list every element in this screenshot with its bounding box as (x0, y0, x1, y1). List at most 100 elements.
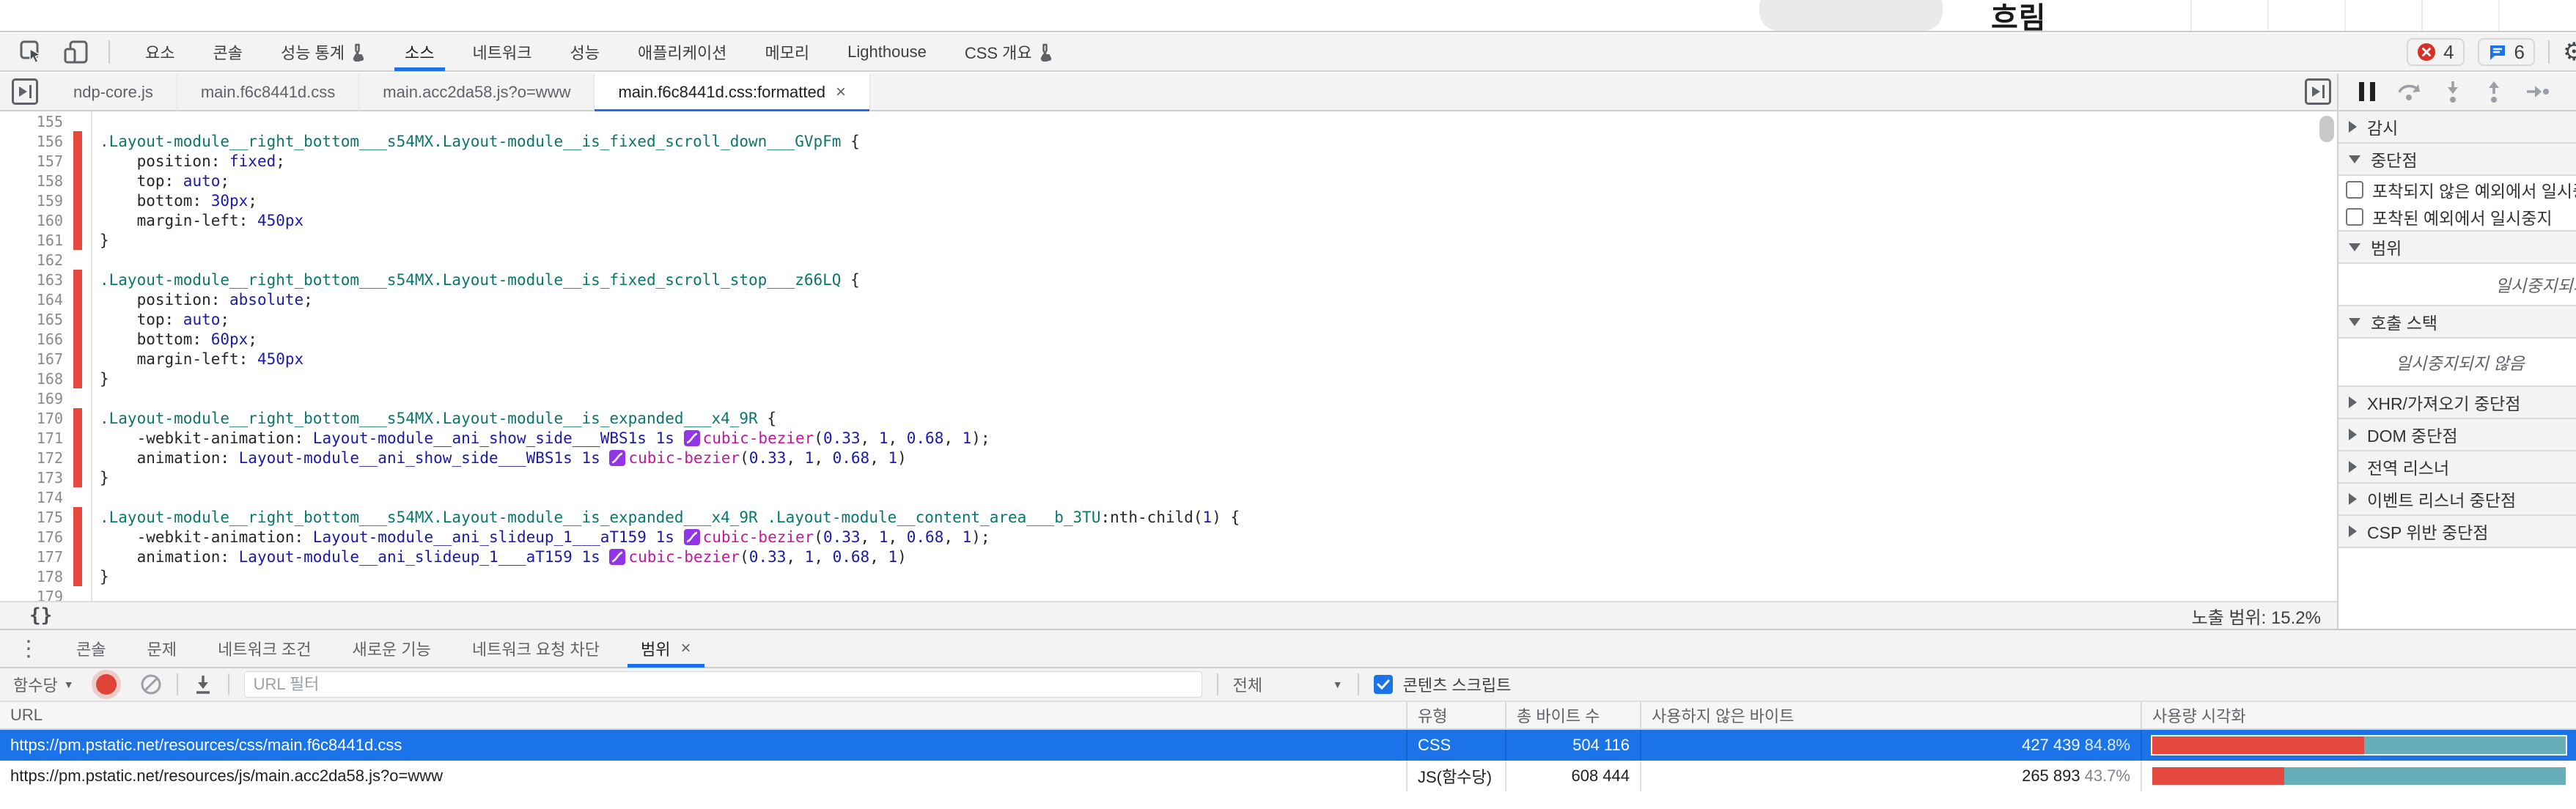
error-count-badge[interactable]: 4 (2407, 38, 2464, 66)
coverage-unused-mark (73, 171, 82, 191)
message-count-badge[interactable]: 6 (2478, 38, 2535, 66)
bezier-curve-icon[interactable] (609, 450, 625, 466)
line-number[interactable]: 159 (0, 192, 69, 210)
step-icon[interactable] (2525, 81, 2551, 102)
editor-scrollbar-thumb[interactable] (2319, 116, 2334, 142)
url-filter-input[interactable] (244, 671, 1202, 698)
table-row[interactable]: https://pm.pstatic.net/resources/js/main… (0, 761, 2576, 791)
line-number[interactable]: 179 (0, 588, 69, 602)
line-number[interactable]: 177 (0, 548, 69, 566)
line-number[interactable]: 168 (0, 370, 69, 388)
tab-애플리케이션[interactable]: 애플리케이션 (619, 33, 746, 71)
tab-성능 통계[interactable]: 성능 통계 (262, 33, 386, 71)
toolbar-divider (108, 40, 110, 64)
export-coverage-icon[interactable] (193, 673, 213, 695)
line-number[interactable]: 172 (0, 449, 69, 467)
tab-요소[interactable]: 요소 (126, 33, 194, 71)
drawer-tab-범위[interactable]: 범위 × (620, 629, 712, 668)
inspect-element-icon[interactable] (19, 40, 44, 64)
breakpoint-checkbox-row[interactable]: 포착되지 않은 예외에서 일시중지 (2338, 176, 2576, 203)
file-tab[interactable]: main.f6c8441d.css:formatted× (595, 73, 870, 111)
drawer-tab-label: 범위 (641, 637, 670, 660)
line-number[interactable]: 167 (0, 350, 69, 368)
clear-coverage-icon[interactable] (140, 673, 162, 695)
tab-CSS 개요[interactable]: CSS 개요 (946, 33, 1073, 71)
column-header-URL[interactable]: URL (0, 702, 1406, 728)
line-number[interactable]: 164 (0, 291, 69, 309)
breakpoint-checkbox-row[interactable]: 포착된 예외에서 일시중지 (2338, 203, 2576, 230)
line-number[interactable]: 169 (0, 390, 69, 407)
sidebar-section-호출 스택[interactable]: 호출 스택 (2338, 306, 2576, 339)
sidebar-section-감시[interactable]: 감시 (2338, 111, 2576, 144)
drawer-tab-콘솔[interactable]: 콘솔 (56, 629, 126, 668)
tab-메모리[interactable]: 메모리 (746, 33, 828, 71)
pause-script-icon[interactable] (2359, 82, 2375, 101)
line-number[interactable]: 157 (0, 152, 69, 170)
close-icon[interactable]: × (836, 82, 846, 103)
step-into-icon[interactable] (2443, 80, 2463, 103)
file-tab[interactable]: main.f6c8441d.css (177, 73, 359, 111)
file-tab[interactable]: main.acc2da58.js?o=www (359, 73, 595, 111)
settings-gear-icon[interactable]: ⚙ (2563, 37, 2576, 67)
tab-콘솔[interactable]: 콘솔 (194, 33, 261, 71)
content-scripts-checkbox[interactable]: 콘텐츠 스크립트 (1374, 673, 1512, 696)
drawer-tab-문제[interactable]: 문제 (126, 629, 196, 668)
coverage-type-select[interactable]: 전체▼ (1233, 673, 1343, 696)
pretty-print-icon[interactable]: {} (29, 605, 52, 627)
tab-성능[interactable]: 성능 (551, 33, 619, 71)
code-editor[interactable]: 155156.Layout-module__right_bottom___s54… (0, 111, 2337, 601)
sidebar-section-중단점[interactable]: 중단점 (2338, 144, 2576, 176)
step-out-icon[interactable] (2484, 80, 2504, 103)
cell-type: CSS (1406, 730, 1505, 761)
file-tab[interactable]: ndp-core.js (50, 73, 177, 111)
drawer-tab-네트워크 조건[interactable]: 네트워크 조건 (197, 629, 332, 668)
device-toolbar-icon[interactable] (63, 40, 89, 64)
line-number[interactable]: 170 (0, 410, 69, 427)
step-over-icon[interactable] (2396, 80, 2422, 103)
column-header-사용량 시각화[interactable]: 사용량 시각화 (2141, 702, 2576, 728)
sidebar-section-DOM 중단점[interactable]: DOM 중단점 (2338, 419, 2576, 451)
sidebar-section-XHR/가져오기 중단점[interactable]: XHR/가져오기 중단점 (2338, 387, 2576, 419)
line-number[interactable]: 176 (0, 528, 69, 546)
tab-네트워크[interactable]: 네트워크 (454, 33, 551, 71)
line-number[interactable]: 158 (0, 172, 69, 190)
sidebar-section-이벤트 리스너 중단점[interactable]: 이벤트 리스너 중단점 (2338, 484, 2576, 516)
bezier-curve-icon[interactable] (684, 529, 700, 545)
line-number[interactable]: 156 (0, 133, 69, 150)
bezier-curve-icon[interactable] (684, 430, 700, 446)
sidebar-section-전역 리스너[interactable]: 전역 리스너 (2338, 451, 2576, 484)
sidebar-section-CSP 위반 중단점[interactable]: CSP 위반 중단점 (2338, 516, 2576, 548)
line-number[interactable]: 175 (0, 509, 69, 526)
close-icon[interactable]: × (681, 638, 691, 659)
line-number[interactable]: 163 (0, 271, 69, 289)
line-number[interactable]: 173 (0, 469, 69, 487)
tab-Lighthouse[interactable]: Lighthouse (828, 33, 946, 71)
line-number[interactable]: 171 (0, 429, 69, 447)
line-number[interactable]: 161 (0, 232, 69, 249)
line-number[interactable]: 155 (0, 113, 69, 130)
line-number[interactable]: 162 (0, 251, 69, 269)
line-number[interactable]: 160 (0, 212, 69, 229)
drawer-tab-새로운 기능[interactable]: 새로운 기능 (332, 629, 452, 668)
column-header-사용하지 않은 바이트[interactable]: 사용하지 않은 바이트 (1640, 702, 2141, 728)
line-number[interactable]: 165 (0, 311, 69, 328)
coverage-mode-select[interactable]: 함수당▼ (13, 673, 74, 696)
debugger-sidebar-toggle-icon[interactable] (2305, 78, 2331, 105)
tab-소스[interactable]: 소스 (386, 33, 453, 71)
bezier-curve-icon[interactable] (609, 549, 625, 565)
navigator-toggle-icon[interactable] (12, 78, 38, 105)
line-number[interactable]: 178 (0, 568, 69, 585)
line-number[interactable]: 174 (0, 489, 69, 506)
line-number[interactable]: 166 (0, 330, 69, 348)
checkbox-unchecked-icon[interactable] (2346, 181, 2363, 199)
checkbox-unchecked-icon[interactable] (2346, 208, 2363, 226)
drawer-tab-네트워크 요청 차단[interactable]: 네트워크 요청 차단 (452, 629, 620, 668)
record-coverage-button[interactable] (96, 674, 117, 695)
coverage-table-header[interactable]: URL유형총 바이트 수사용하지 않은 바이트사용량 시각화 (0, 702, 2576, 730)
column-header-유형[interactable]: 유형 (1406, 702, 1505, 728)
column-header-총 바이트 수[interactable]: 총 바이트 수 (1505, 702, 1640, 728)
sidebar-section-범위[interactable]: 범위 (2338, 232, 2576, 264)
table-row[interactable]: https://pm.pstatic.net/resources/css/mai… (0, 730, 2576, 761)
drawer-menu-kebab-icon[interactable]: ⋮ (0, 636, 56, 662)
checkbox-label: 포착되지 않은 예외에서 일시중지 (2372, 177, 2576, 202)
